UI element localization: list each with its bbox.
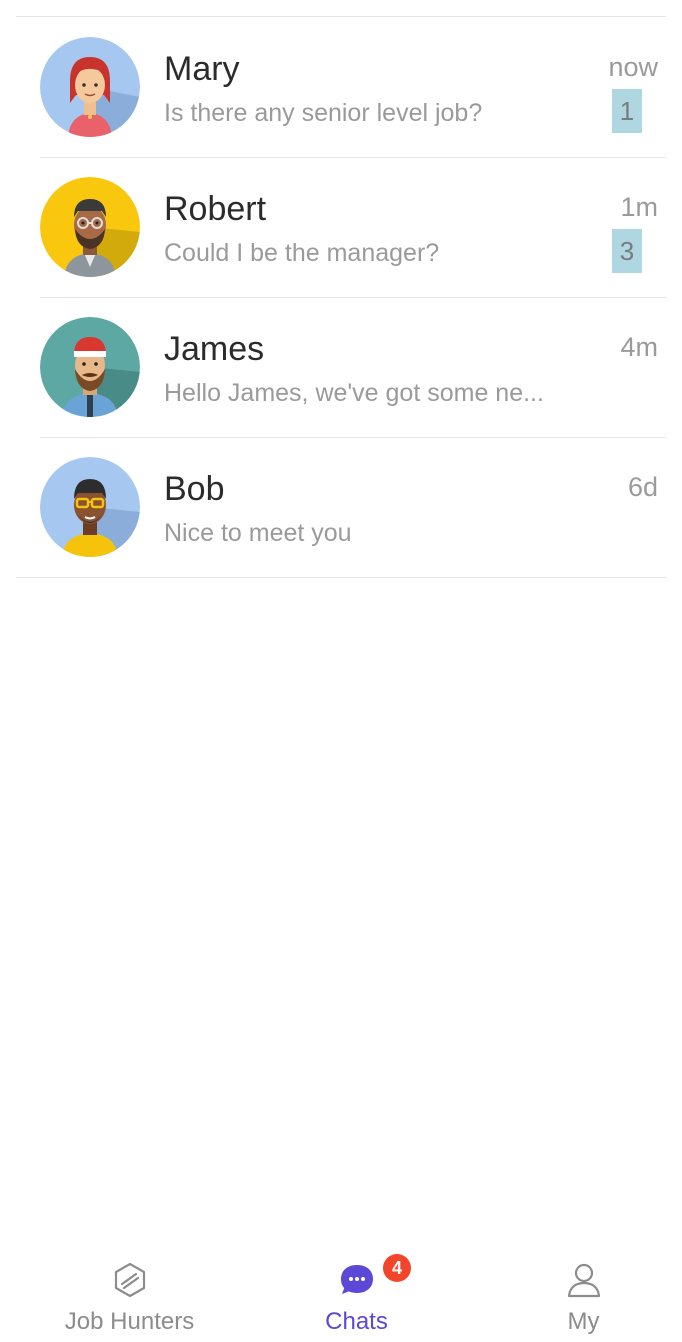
tab-chats[interactable]: 4 Chats <box>243 1252 470 1342</box>
chats-count-badge: 4 <box>383 1254 411 1282</box>
chat-preview: Is there any senior level job? <box>164 99 483 127</box>
user-icon <box>564 1260 604 1300</box>
cube-icon <box>110 1260 150 1300</box>
chat-preview: Nice to meet you <box>164 519 352 547</box>
chat-row-james[interactable]: James Hello James, we've got some ne... … <box>16 297 666 437</box>
chat-preview: Hello James, we've got some ne... <box>164 379 544 407</box>
avatar-woman-red-hair-icon <box>40 37 140 137</box>
app-root: Mary Is there any senior level job? now … <box>0 0 682 1342</box>
chat-row-bob[interactable]: Bob Nice to meet you 6d <box>16 437 666 577</box>
chat-preview: Could I be the manager? <box>164 239 440 267</box>
tab-label: My <box>567 1308 600 1335</box>
tab-bar: Job Hunters 4 Chats My <box>0 1252 682 1342</box>
tab-my[interactable]: My <box>470 1252 682 1342</box>
chat-name: Mary <box>164 50 240 88</box>
chat-time: 1m <box>620 192 658 222</box>
chat-name: Bob <box>164 470 225 508</box>
unread-badge: 3 <box>612 229 642 273</box>
chat-time: 4m <box>620 332 658 362</box>
chat-list: Mary Is there any senior level job? now … <box>16 16 666 578</box>
chat-row-mary[interactable]: Mary Is there any senior level job? now … <box>16 17 666 157</box>
tab-job-hunters[interactable]: Job Hunters <box>16 1252 243 1342</box>
unread-badge: 1 <box>612 89 642 133</box>
tab-label: Job Hunters <box>64 1308 195 1335</box>
avatar-man-yellow-glasses-icon <box>40 457 140 557</box>
chat-name: James <box>164 330 265 368</box>
chat-time: 6d <box>627 472 658 502</box>
avatar-man-glasses-beard-icon <box>40 177 140 277</box>
chat-time: now <box>608 52 658 82</box>
chat-name: Robert <box>164 190 267 228</box>
avatar-man-cap-beard-icon <box>40 317 140 417</box>
chat-bubble-icon <box>337 1260 377 1300</box>
tab-label: Chats <box>325 1308 388 1335</box>
chat-row-robert[interactable]: Robert Could I be the manager? 1m 3 <box>16 157 666 297</box>
